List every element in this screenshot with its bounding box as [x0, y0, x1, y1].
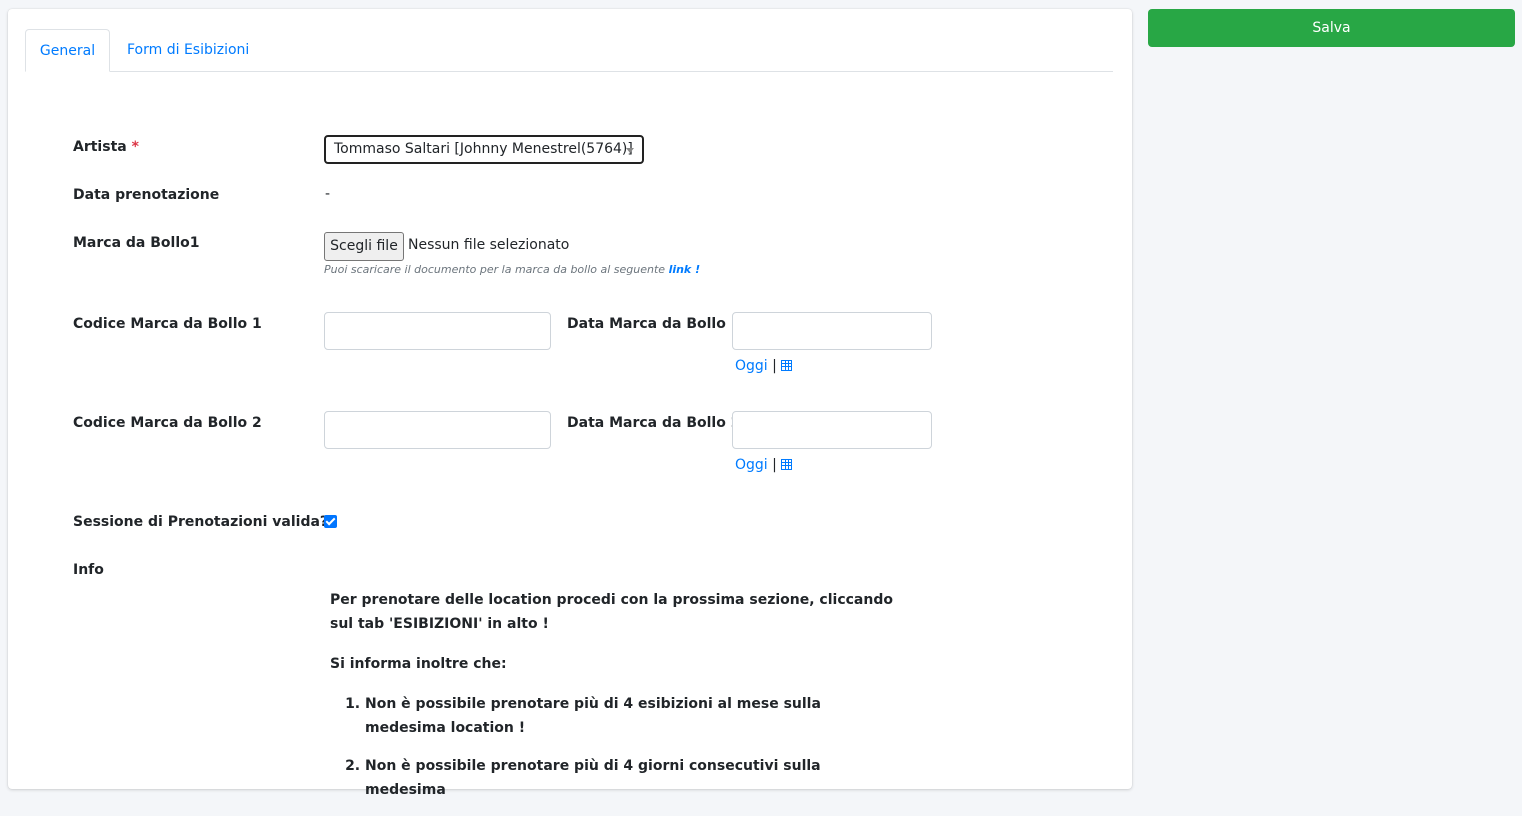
codice1-input[interactable] [324, 312, 551, 350]
artista-select-value: Tommaso Saltari [Johnny Menestrel(5764)] [334, 141, 633, 157]
artista-label: Artista * [73, 139, 139, 155]
data2-label: Data Marca da Bollo 2 [567, 415, 741, 431]
hint-text: Puoi scaricare il documento per la marca… [324, 263, 669, 276]
data1-label: Data Marca da Bollo 1 [567, 316, 741, 332]
marca-bollo1-label: Marca da Bollo1 [73, 235, 200, 251]
data-prenotazione-label: Data prenotazione [73, 187, 220, 203]
separator: | [772, 358, 777, 374]
save-button[interactable]: Salva [1148, 9, 1515, 47]
info-text: Per prenotare delle location procedi con… [330, 588, 900, 816]
calendar-icon[interactable] [781, 459, 793, 470]
info-list: Non è possibile prenotare più di 4 esibi… [330, 692, 900, 802]
required-mark: * [131, 139, 139, 155]
data-prenotazione-value: - [325, 186, 331, 202]
file-status-text: Nessun file selezionato [408, 237, 570, 253]
artista-label-text: Artista [73, 139, 127, 155]
chevron-down-icon [626, 148, 634, 153]
sessione-label: Sessione di Prenotazioni valida? [73, 514, 329, 530]
tab-bar: General Form di Esibizioni [25, 29, 1113, 72]
info-paragraph: Si informa inoltre che: [330, 656, 507, 672]
choose-file-button[interactable]: Scegli file [324, 232, 404, 261]
sessione-checkbox[interactable] [324, 515, 337, 528]
codice2-input[interactable] [324, 411, 551, 449]
tab-general[interactable]: General [25, 29, 110, 72]
info-label: Info [73, 562, 104, 578]
data2-input[interactable] [732, 411, 932, 449]
calendar-icon[interactable] [781, 360, 793, 371]
download-link[interactable]: link ! [669, 263, 701, 276]
oggi2-link[interactable]: Oggi [735, 457, 768, 473]
data1-input[interactable] [732, 312, 932, 350]
separator: | [772, 457, 777, 473]
artista-select[interactable]: Tommaso Saltari [Johnny Menestrel(5764)] [324, 135, 644, 164]
marca-bollo-hint: Puoi scaricare il documento per la marca… [324, 263, 700, 276]
codice1-label: Codice Marca da Bollo 1 [73, 316, 262, 332]
oggi1-container: Oggi | [735, 358, 793, 374]
list-item: Non è possibile prenotare più di 4 esibi… [365, 692, 900, 740]
list-item: Non è possibile prenotare più di 4 giorn… [365, 754, 900, 802]
codice2-label: Codice Marca da Bollo 2 [73, 415, 262, 431]
tab-form-di-esibizioni[interactable]: Form di Esibizioni [127, 29, 249, 71]
oggi2-container: Oggi | [735, 457, 793, 473]
oggi1-link[interactable]: Oggi [735, 358, 768, 374]
info-paragraph: Per prenotare delle location procedi con… [330, 592, 893, 632]
